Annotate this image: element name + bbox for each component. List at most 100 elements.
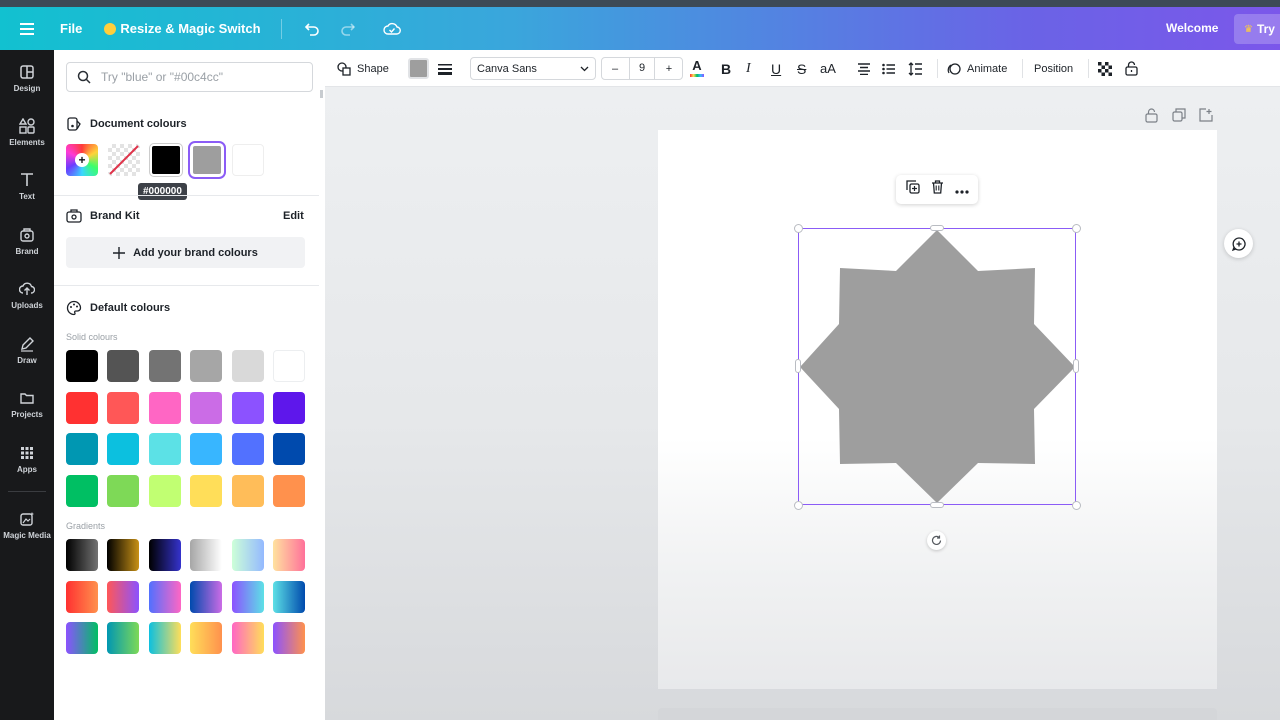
- shape-button[interactable]: Shape: [337, 50, 389, 87]
- font-size-value[interactable]: 9: [629, 58, 655, 79]
- page-add-button[interactable]: [1199, 108, 1215, 124]
- undo-button[interactable]: [298, 15, 326, 43]
- solid-colour-swatch[interactable]: [66, 474, 98, 507]
- gradient-swatch[interactable]: [231, 539, 264, 571]
- resize-handle-bottom-right[interactable]: [1072, 501, 1081, 510]
- increase-font-size-button[interactable]: +: [656, 63, 682, 75]
- colour-search[interactable]: [66, 62, 313, 92]
- gradient-swatch[interactable]: [231, 580, 264, 613]
- solid-colour-swatch[interactable]: [231, 433, 264, 465]
- resize-handle-right[interactable]: [1073, 359, 1079, 373]
- resize-magic-switch-button[interactable]: Resize & Magic Switch: [104, 21, 261, 36]
- gradient-swatch[interactable]: [66, 622, 98, 654]
- transparent-swatch[interactable]: [108, 144, 140, 176]
- page-duplicate-button[interactable]: [1172, 108, 1188, 124]
- spacing-button[interactable]: [908, 50, 923, 87]
- nav-apps[interactable]: Apps: [0, 434, 54, 484]
- solid-colour-swatch[interactable]: [190, 391, 223, 424]
- page-lock-button[interactable]: [1145, 108, 1161, 124]
- solid-colour-swatch[interactable]: [148, 391, 181, 424]
- gradient-swatch[interactable]: [66, 580, 98, 613]
- resize-handle-bottom-left[interactable]: [794, 501, 803, 510]
- gradient-swatch[interactable]: [107, 580, 140, 613]
- resize-handle-top[interactable]: [930, 225, 944, 231]
- gradient-swatch[interactable]: [190, 580, 223, 613]
- document-swatch-black[interactable]: [149, 143, 183, 177]
- gradient-swatch[interactable]: [148, 539, 181, 571]
- solid-colour-swatch[interactable]: [66, 391, 98, 424]
- resize-handle-left[interactable]: [795, 359, 801, 373]
- font-family-select[interactable]: Canva Sans: [470, 57, 596, 80]
- nav-uploads[interactable]: Uploads: [0, 270, 54, 320]
- text-colour-button[interactable]: A: [690, 50, 704, 87]
- gradient-swatch[interactable]: [273, 580, 305, 613]
- gradient-swatch[interactable]: [107, 539, 140, 571]
- resize-handle-top-right[interactable]: [1072, 224, 1081, 233]
- nav-projects[interactable]: Projects: [0, 379, 54, 429]
- gradient-swatch[interactable]: [66, 539, 98, 571]
- file-menu-button[interactable]: File: [60, 21, 82, 36]
- solid-colour-swatch[interactable]: [148, 474, 181, 507]
- duplicate-element-button[interactable]: [905, 180, 920, 199]
- add-brand-colours-button[interactable]: Add your brand colours: [66, 237, 305, 268]
- gradient-swatch[interactable]: [148, 580, 181, 613]
- transparency-button[interactable]: [1098, 50, 1112, 87]
- italic-button[interactable]: I: [746, 50, 751, 87]
- add-page-strip[interactable]: [658, 708, 1217, 720]
- nav-magic-media[interactable]: Magic Media: [0, 500, 54, 550]
- solid-colour-swatch[interactable]: [66, 350, 98, 382]
- animate-button[interactable]: Animate: [947, 50, 1007, 87]
- nav-elements[interactable]: Elements: [0, 107, 54, 157]
- solid-colour-swatch[interactable]: [273, 391, 305, 424]
- nav-design[interactable]: Design: [0, 53, 54, 103]
- solid-colour-swatch[interactable]: [190, 350, 223, 382]
- solid-colour-swatch[interactable]: [273, 350, 305, 382]
- nav-draw[interactable]: Draw: [0, 325, 54, 375]
- underline-button[interactable]: U: [771, 50, 781, 87]
- gradient-swatch[interactable]: [273, 622, 305, 654]
- border-style-button[interactable]: [438, 50, 452, 87]
- solid-colour-swatch[interactable]: [148, 433, 181, 465]
- solid-colour-swatch[interactable]: [231, 391, 264, 424]
- strikethrough-button[interactable]: S: [797, 50, 806, 87]
- document-swatch-grey[interactable]: [188, 141, 226, 179]
- solid-colour-swatch[interactable]: [231, 350, 264, 382]
- bold-button[interactable]: B: [721, 50, 731, 87]
- menu-button[interactable]: [0, 7, 54, 50]
- try-pro-button[interactable]: ♛ Try: [1234, 14, 1280, 44]
- panel-scrollbar[interactable]: [320, 90, 323, 98]
- add-comment-button[interactable]: [1224, 229, 1253, 258]
- solid-colour-swatch[interactable]: [273, 474, 305, 507]
- nav-text[interactable]: Text: [0, 161, 54, 211]
- colour-search-input[interactable]: [101, 70, 301, 84]
- solid-colour-swatch[interactable]: [107, 350, 140, 382]
- solid-colour-swatch[interactable]: [190, 433, 223, 465]
- delete-element-button[interactable]: [931, 180, 944, 199]
- decrease-font-size-button[interactable]: –: [602, 63, 628, 75]
- cloud-save-button[interactable]: [378, 15, 406, 43]
- solid-colour-swatch[interactable]: [107, 474, 140, 507]
- nav-brand[interactable]: Brand: [0, 216, 54, 266]
- solid-colour-swatch[interactable]: [107, 433, 140, 465]
- gradient-swatch[interactable]: [231, 622, 264, 654]
- solid-colour-swatch[interactable]: [107, 391, 140, 424]
- solid-colour-swatch[interactable]: [148, 350, 181, 382]
- list-button[interactable]: [882, 50, 896, 87]
- more-options-button[interactable]: [954, 181, 969, 199]
- resize-handle-bottom[interactable]: [930, 502, 944, 508]
- rotate-button[interactable]: [927, 531, 946, 550]
- position-button[interactable]: Position: [1034, 50, 1073, 87]
- solid-colour-swatch[interactable]: [66, 433, 98, 465]
- lock-button[interactable]: [1125, 50, 1138, 87]
- gradient-swatch[interactable]: [273, 539, 305, 571]
- solid-colour-swatch[interactable]: [190, 474, 223, 507]
- fill-colour-button[interactable]: [408, 50, 429, 87]
- add-colour-swatch[interactable]: +: [66, 144, 98, 176]
- gradient-swatch[interactable]: [107, 622, 140, 654]
- text-align-button[interactable]: [857, 50, 871, 87]
- welcome-label[interactable]: Welcome: [1166, 21, 1218, 35]
- gradient-swatch[interactable]: [190, 539, 223, 571]
- letter-case-button[interactable]: aA: [820, 50, 836, 87]
- solid-colour-swatch[interactable]: [273, 433, 305, 465]
- solid-colour-swatch[interactable]: [231, 474, 264, 507]
